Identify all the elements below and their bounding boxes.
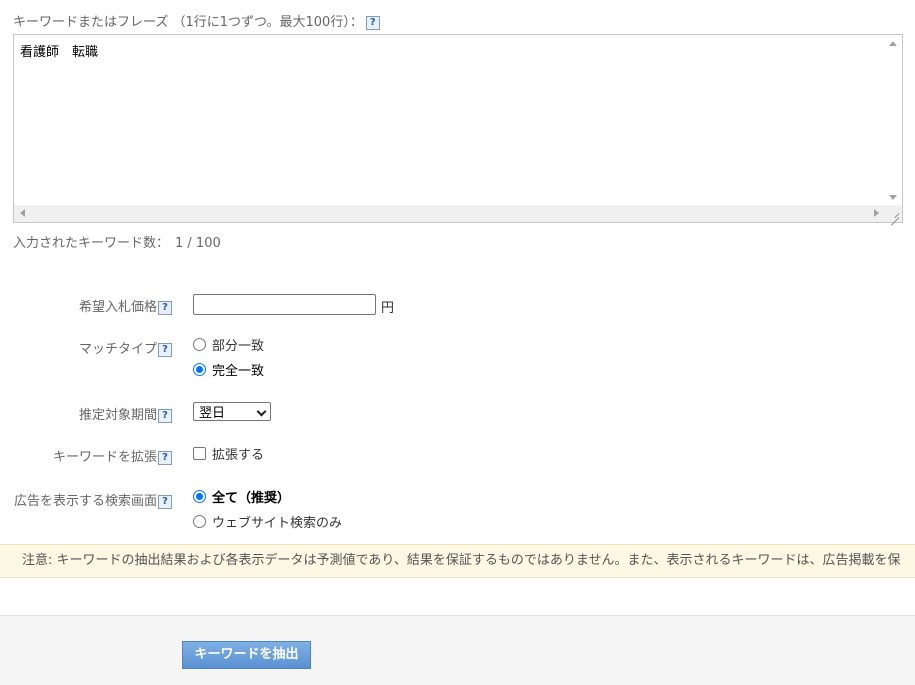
- search-screen-label: 広告を表示する検索画面?: [0, 490, 172, 509]
- scroll-down-arrow-icon[interactable]: [889, 195, 897, 200]
- keyword-tool-page: キーワードまたはフレーズ （1行に1つずつ。最大100行）：? 看護師 転職 入…: [0, 0, 915, 685]
- radio-button-checked[interactable]: [193, 489, 206, 503]
- search-screen-web-only[interactable]: ウェブサイト検索のみ: [193, 512, 342, 531]
- search-screen-web-only-label[interactable]: ウェブサイト検索のみ: [212, 512, 342, 531]
- keyword-count-value: 1 / 100: [175, 236, 221, 251]
- help-icon[interactable]: ?: [158, 342, 172, 357]
- match-type-label: マッチタイプ?: [0, 338, 172, 357]
- help-icon[interactable]: ?: [365, 15, 380, 30]
- search-screen-label-text: 広告を表示する検索画面: [13, 494, 157, 509]
- bid-input[interactable]: [193, 294, 376, 315]
- radio-button-checked[interactable]: [193, 362, 206, 376]
- help-icon[interactable]: ?: [158, 494, 172, 509]
- expand-checkbox-row[interactable]: 拡張する: [193, 444, 264, 463]
- search-screen-all-label[interactable]: 全て（推奨）: [212, 487, 290, 506]
- period-select-value: 翌日: [199, 406, 226, 421]
- keyword-textarea[interactable]: 看護師 転職: [13, 34, 903, 223]
- scroll-right-arrow-icon[interactable]: [874, 209, 879, 217]
- disclaimer-notice: 注意: キーワードの抽出結果および各表示データは予測値であり、結果を保証するもの…: [0, 544, 915, 578]
- radio-button[interactable]: [193, 337, 206, 351]
- chevron-down-icon: [256, 406, 267, 417]
- help-icon[interactable]: ?: [158, 450, 172, 465]
- extract-keywords-button[interactable]: キーワードを抽出: [182, 641, 311, 669]
- expand-label: キーワードを拡張?: [0, 446, 172, 465]
- match-type-exact-label[interactable]: 完全一致: [212, 360, 264, 379]
- match-type-exact[interactable]: 完全一致: [193, 360, 264, 379]
- keyword-input-label: キーワードまたはフレーズ （1行に1つずつ。最大100行）：?: [13, 15, 380, 31]
- scroll-left-arrow-icon[interactable]: [20, 209, 25, 217]
- bid-label-text: 希望入札価格: [78, 300, 157, 315]
- period-label-text: 推定対象期間: [78, 408, 157, 423]
- help-icon[interactable]: ?: [158, 300, 172, 315]
- period-select[interactable]: 翌日: [193, 402, 271, 421]
- disclaimer-text: 注意: キーワードの抽出結果および各表示データは予測値であり、結果を保証するもの…: [22, 553, 901, 568]
- keyword-count-label: 入力されたキーワード数：: [13, 236, 170, 251]
- keyword-input-label-text: キーワードまたはフレーズ （1行に1つずつ。最大100行）：: [13, 15, 363, 30]
- bid-label: 希望入札価格?: [0, 296, 172, 315]
- period-label: 推定対象期間?: [0, 404, 172, 423]
- scroll-up-arrow-icon[interactable]: [889, 41, 897, 46]
- expand-checkbox[interactable]: [193, 446, 206, 460]
- expand-checkbox-label[interactable]: 拡張する: [212, 444, 264, 463]
- match-type-partial[interactable]: 部分一致: [193, 335, 264, 354]
- search-screen-all[interactable]: 全て（推奨）: [193, 487, 290, 506]
- resize-grip-icon[interactable]: [885, 205, 902, 222]
- bid-unit: 円: [381, 301, 395, 316]
- match-type-partial-label[interactable]: 部分一致: [212, 335, 264, 354]
- action-footer: キーワードを抽出: [0, 615, 915, 685]
- keyword-textarea-value: 看護師 転職: [20, 45, 99, 60]
- help-icon[interactable]: ?: [158, 408, 172, 423]
- vertical-scrollbar[interactable]: [885, 35, 902, 206]
- horizontal-scrollbar[interactable]: [14, 205, 885, 222]
- expand-label-text: キーワードを拡張: [52, 450, 157, 465]
- radio-button[interactable]: [193, 514, 206, 528]
- keyword-count: 入力されたキーワード数： 1 / 100: [13, 232, 221, 251]
- match-type-label-text: マッチタイプ: [78, 342, 157, 357]
